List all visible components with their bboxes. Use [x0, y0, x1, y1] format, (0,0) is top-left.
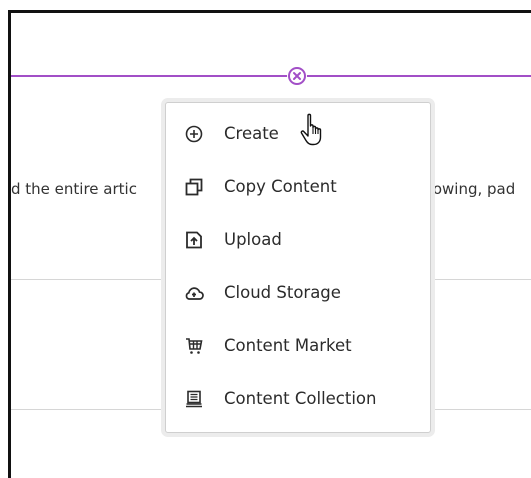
content-area: d the entire artic rowing, pad Create Co…	[8, 10, 531, 478]
menu-item-create[interactable]: Create	[166, 107, 430, 160]
cloud-storage-icon	[184, 283, 204, 303]
upload-icon	[184, 230, 204, 250]
menu-item-label: Create	[224, 124, 279, 143]
article-text-right: rowing, pad	[427, 180, 516, 198]
cart-icon	[184, 336, 204, 356]
article-text-left: d the entire artic	[11, 180, 137, 198]
menu-item-content-collection[interactable]: Content Collection	[166, 372, 430, 425]
add-content-menu: Create Copy Content Upload Cloud Storage…	[165, 102, 431, 433]
menu-item-label: Cloud Storage	[224, 283, 341, 302]
menu-item-cloud-storage[interactable]: Cloud Storage	[166, 266, 430, 319]
menu-item-label: Copy Content	[224, 177, 337, 196]
close-insert-button[interactable]	[287, 66, 307, 86]
collection-icon	[184, 389, 204, 409]
plus-circle-icon	[184, 124, 204, 144]
hand-pointer-icon	[300, 113, 322, 146]
close-circle-icon	[288, 67, 306, 85]
insert-content-divider[interactable]	[11, 75, 531, 77]
menu-item-copy-content[interactable]: Copy Content	[166, 160, 430, 213]
menu-item-label: Content Collection	[224, 389, 377, 408]
menu-item-upload[interactable]: Upload	[166, 213, 430, 266]
copy-icon	[184, 177, 204, 197]
menu-item-content-market[interactable]: Content Market	[166, 319, 430, 372]
menu-item-label: Upload	[224, 230, 282, 249]
menu-item-label: Content Market	[224, 336, 352, 355]
